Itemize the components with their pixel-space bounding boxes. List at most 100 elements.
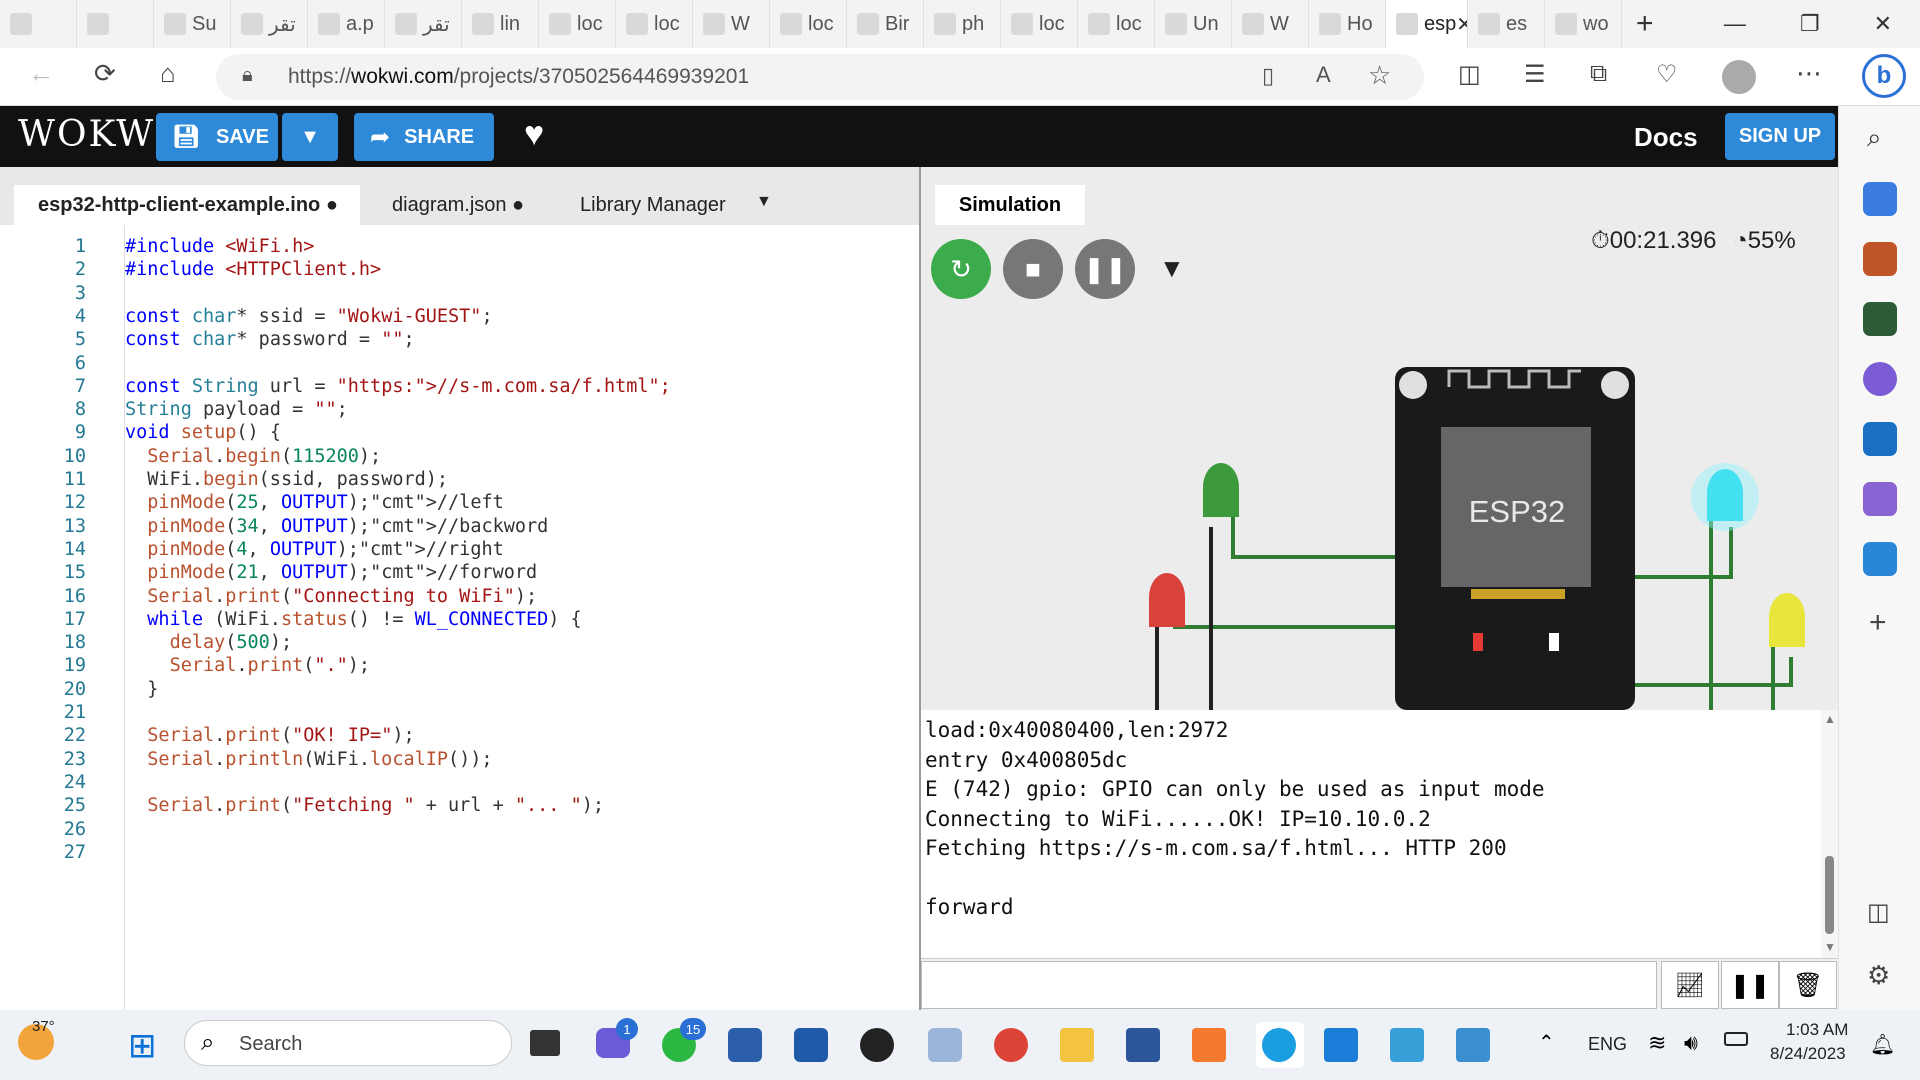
start-windows-icon[interactable]: ⊞ xyxy=(128,1026,157,1066)
plotter-button[interactable]: 📈︎ xyxy=(1661,961,1719,1009)
clear-serial-button[interactable]: 🗑︎ xyxy=(1779,961,1837,1009)
browser-tab[interactable]: wo xyxy=(1545,0,1622,48)
browser-tab[interactable] xyxy=(0,0,77,48)
outlook-icon[interactable] xyxy=(1863,422,1897,456)
media-player-icon[interactable] xyxy=(860,1028,894,1062)
microsoft-store-icon[interactable] xyxy=(794,1028,828,1062)
split-screen-icon[interactable]: ◫ xyxy=(1458,60,1481,89)
browser-tab[interactable]: Su xyxy=(154,0,231,48)
games-chess-icon[interactable] xyxy=(1863,302,1897,336)
serial-input[interactable] xyxy=(921,961,1657,1009)
notification-bell-icon[interactable]: 🔔︎ xyxy=(1870,1032,1895,1057)
code-line[interactable]: const String url = "https:">//s-m.com.sa… xyxy=(125,376,671,397)
chevron-up-icon[interactable]: ⌃ xyxy=(1538,1030,1555,1055)
heart-icon[interactable]: ♥ xyxy=(524,115,544,154)
led-red[interactable] xyxy=(1149,573,1185,627)
tools-briefcase-icon[interactable] xyxy=(1863,242,1897,276)
code-line[interactable]: void setup() { xyxy=(125,422,281,443)
language-indicator[interactable]: ENG xyxy=(1588,1034,1627,1055)
code-line[interactable]: #include <WiFi.h> xyxy=(125,236,314,257)
python-app-icon[interactable] xyxy=(928,1028,962,1062)
browser-tab[interactable]: Ho xyxy=(1309,0,1386,48)
led-yellow[interactable] xyxy=(1769,593,1805,647)
tab-diagram-json[interactable]: diagram.json ● xyxy=(392,185,524,225)
browser-tab[interactable]: loc xyxy=(770,0,847,48)
code-line[interactable]: WiFi.begin(ssid, password); xyxy=(125,469,448,490)
scroll-up-icon[interactable]: ▲ xyxy=(1824,712,1836,726)
battery-icon[interactable] xyxy=(1724,1032,1748,1046)
browser-tab[interactable] xyxy=(77,0,154,48)
lock-icon[interactable]: 🔒︎ xyxy=(242,64,253,87)
edge-icon[interactable] xyxy=(1262,1028,1296,1062)
code-line[interactable]: while (WiFi.status() != WL_CONNECTED) { xyxy=(125,609,581,630)
reading-view-icon[interactable]: ▯ xyxy=(1262,63,1274,89)
shopping-tag-icon[interactable] xyxy=(1863,182,1897,216)
file-explorer-icon[interactable] xyxy=(1060,1028,1094,1062)
vscode-icon[interactable] xyxy=(1324,1028,1358,1062)
code-line[interactable]: Serial.println(WiFi.localIP()); xyxy=(125,749,492,770)
code-line[interactable]: Serial.print("Connecting to WiFi"); xyxy=(125,586,537,607)
code-line[interactable]: const char* password = ""; xyxy=(125,329,415,350)
browser-tab[interactable]: Un xyxy=(1155,0,1232,48)
restart-button[interactable]: ↻ xyxy=(931,239,991,299)
led-green[interactable] xyxy=(1203,463,1239,517)
more-menu-icon[interactable]: ⋯ xyxy=(1796,58,1822,89)
code-line[interactable]: } xyxy=(125,679,158,700)
code-line[interactable]: Serial.begin(115200); xyxy=(125,446,381,467)
sign-up-button[interactable]: SIGN UP xyxy=(1725,113,1835,160)
save-button[interactable]: 💾︎ SAVE xyxy=(156,113,278,161)
microsoft365-icon[interactable] xyxy=(1863,362,1897,396)
code-line[interactable]: delay(500); xyxy=(125,632,293,653)
browser-tab[interactable]: a.p xyxy=(308,0,385,48)
code-line[interactable]: Serial.print("OK! IP="); xyxy=(125,725,414,746)
add-icon[interactable]: + xyxy=(1869,606,1887,640)
tab-library-manager[interactable]: Library Manager xyxy=(580,185,726,225)
esp32-board[interactable]: ESP32 xyxy=(1395,367,1635,710)
browser-tab[interactable]: loc xyxy=(616,0,693,48)
code-line[interactable]: #include <HTTPClient.h> xyxy=(125,259,381,280)
photos-icon[interactable] xyxy=(1456,1028,1490,1062)
url-field[interactable]: 🔒︎ https://wokwi.com/projects/3705025644… xyxy=(216,54,1424,100)
virtualbox-icon[interactable] xyxy=(728,1028,762,1062)
scroll-down-icon[interactable]: ▼ xyxy=(1824,940,1836,954)
stop-button[interactable]: ■ xyxy=(1003,239,1063,299)
browser-tab[interactable]: loc xyxy=(1078,0,1155,48)
browser-tab[interactable]: loc xyxy=(1001,0,1078,48)
home-icon[interactable]: ⌂ xyxy=(160,58,176,89)
browser-tab[interactable]: تقر xyxy=(231,0,308,48)
browser-tab[interactable]: تقر xyxy=(385,0,462,48)
browser-tab[interactable]: W xyxy=(1232,0,1309,48)
refresh-icon[interactable]: ⟳ xyxy=(94,58,116,89)
clock-date[interactable]: 8/24/2023 xyxy=(1770,1044,1846,1064)
back-icon[interactable]: ← xyxy=(28,58,54,89)
collections-icon[interactable]: ⧉ xyxy=(1590,60,1607,88)
word-icon[interactable] xyxy=(1126,1028,1160,1062)
profile-avatar[interactable] xyxy=(1722,60,1756,94)
volume-icon[interactable]: 🔊︎ xyxy=(1684,1030,1698,1056)
chrome-icon[interactable] xyxy=(994,1028,1028,1062)
favorites-icon[interactable]: ☰ xyxy=(1524,60,1546,89)
wifi-status-icon[interactable]: ≋ xyxy=(1648,1030,1666,1056)
share-button[interactable]: ➦ SHARE xyxy=(354,113,494,161)
tab-simulation[interactable]: Simulation xyxy=(935,185,1085,225)
wokwi-logo[interactable]: WOKWI xyxy=(18,114,171,155)
designer-icon[interactable] xyxy=(1863,482,1897,516)
code-line[interactable]: pinMode(4, OUTPUT);"cmt">//right xyxy=(125,539,503,560)
new-tab-icon[interactable]: + xyxy=(1636,7,1654,41)
browser-tab[interactable]: loc xyxy=(539,0,616,48)
task-view-icon[interactable] xyxy=(530,1030,560,1056)
minimize-icon[interactable]: — xyxy=(1724,11,1746,37)
search-icon[interactable]: ⌕ xyxy=(1867,122,1882,154)
code-line[interactable]: pinMode(21, OUTPUT);"cmt">//forword xyxy=(125,562,537,583)
read-aloud-icon[interactable]: A xyxy=(1316,62,1331,88)
close-icon[interactable]: ✕ xyxy=(1456,12,1467,37)
code-line[interactable]: const char* ssid = "Wokwi-GUEST"; xyxy=(125,306,493,327)
browser-tab[interactable]: esp✕ xyxy=(1386,0,1468,48)
send-icon[interactable] xyxy=(1863,542,1897,576)
sidebar-toggle-icon[interactable]: ◫ xyxy=(1867,898,1890,927)
window-close-icon[interactable]: ✕ xyxy=(1874,11,1892,37)
serial-scrollbar[interactable]: ▲ ▼ xyxy=(1821,710,1838,958)
docs-link[interactable]: Docs xyxy=(1634,122,1698,153)
save-dropdown-button[interactable]: ▼ xyxy=(282,113,338,161)
browser-tab[interactable]: es xyxy=(1468,0,1545,48)
